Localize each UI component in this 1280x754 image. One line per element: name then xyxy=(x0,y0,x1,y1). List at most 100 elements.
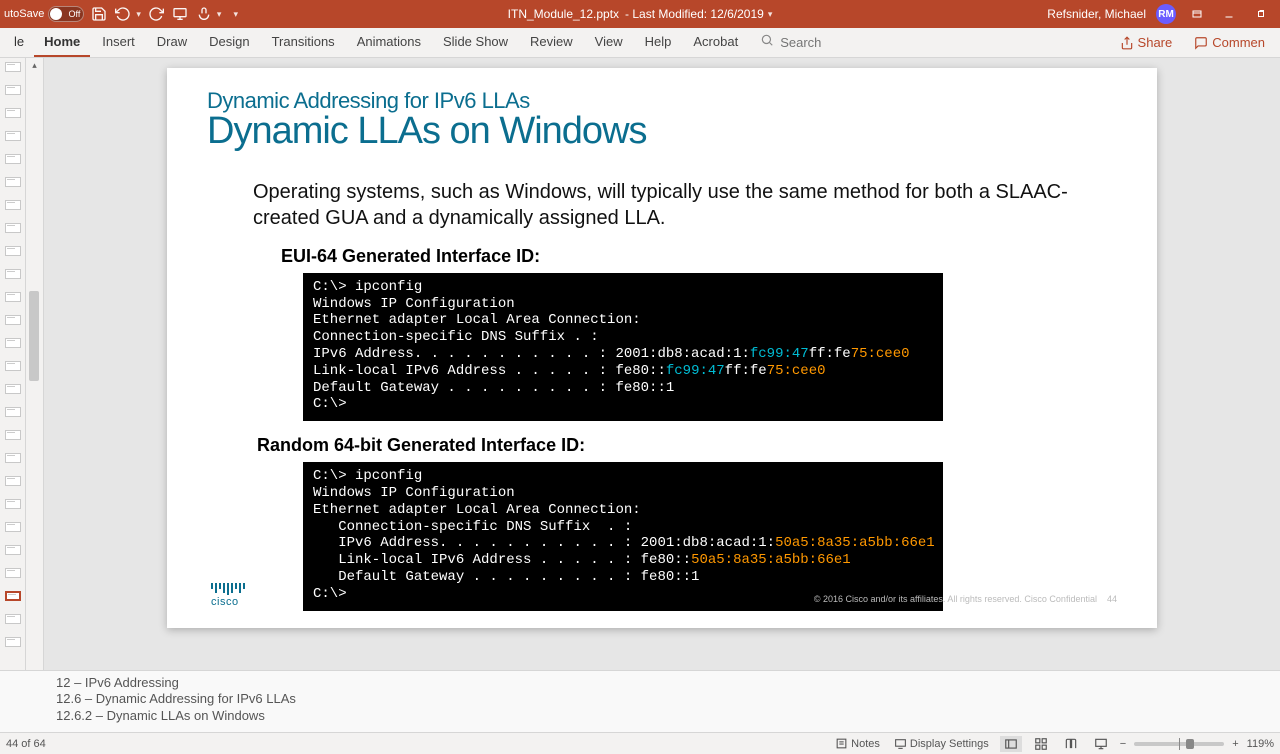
redo-icon[interactable] xyxy=(147,5,165,23)
display-icon xyxy=(894,737,907,750)
slideshow-view-icon[interactable] xyxy=(1090,736,1112,752)
slide-thumbnail[interactable] xyxy=(5,637,21,647)
slide-footer: © 2016 Cisco and/or its affiliates. All … xyxy=(814,594,1117,604)
search-icon[interactable] xyxy=(760,33,774,52)
slide-thumbnail[interactable] xyxy=(5,292,21,302)
notes-label: Notes xyxy=(851,738,880,750)
reading-view-icon[interactable] xyxy=(1060,736,1082,752)
thumbnail-scrollbar[interactable]: ▴ xyxy=(26,58,44,670)
tab-view[interactable]: View xyxy=(585,28,633,57)
scroll-thumb[interactable] xyxy=(29,291,39,381)
notes-line: 12.6.2 – Dynamic LLAs on Windows xyxy=(56,708,1224,724)
tab-review[interactable]: Review xyxy=(520,28,583,57)
slide-thumbnail[interactable] xyxy=(5,200,21,210)
slide-thumbnail[interactable] xyxy=(5,246,21,256)
tab-home[interactable]: Home xyxy=(34,28,90,57)
slide[interactable]: Dynamic Addressing for IPv6 LLAs Dynamic… xyxy=(167,68,1157,628)
terminal-random: C:\> ipconfig Windows IP Configuration E… xyxy=(303,462,943,610)
slide-thumbnail[interactable] xyxy=(5,85,21,95)
slide-thumbnail[interactable] xyxy=(5,522,21,532)
title-dropdown-icon[interactable]: ▾ xyxy=(768,9,773,20)
main-area: ▴ Dynamic Addressing for IPv6 LLAs Dynam… xyxy=(0,58,1280,670)
slide-thumbnail[interactable] xyxy=(5,131,21,141)
slide-thumbnail[interactable] xyxy=(5,338,21,348)
tab-slideshow[interactable]: Slide Show xyxy=(433,28,518,57)
slide-thumbnail[interactable] xyxy=(5,430,21,440)
ribbon-display-icon[interactable] xyxy=(1186,6,1208,22)
scroll-up-icon[interactable]: ▴ xyxy=(32,58,37,71)
notes-icon xyxy=(835,737,848,750)
slide-canvas: Dynamic Addressing for IPv6 LLAs Dynamic… xyxy=(44,58,1280,670)
zoom-value[interactable]: 119% xyxy=(1247,738,1274,750)
sorter-view-icon[interactable] xyxy=(1030,736,1052,752)
comment-button[interactable]: Commen xyxy=(1187,32,1272,53)
slide-thumbnail[interactable] xyxy=(5,499,21,509)
share-label: Share xyxy=(1138,35,1173,50)
slide-thumbnail[interactable] xyxy=(5,407,21,417)
status-bar: 44 of 64 Notes Display Settings − + 119% xyxy=(0,732,1280,754)
user-avatar[interactable]: RM xyxy=(1156,4,1176,24)
qat-customize-icon[interactable]: ▾ xyxy=(233,9,238,20)
comment-icon xyxy=(1194,36,1208,50)
notes-pane[interactable]: 12 – IPv6 Addressing 12.6 – Dynamic Addr… xyxy=(0,670,1280,732)
zoom-in-icon[interactable]: + xyxy=(1232,738,1238,750)
slide-thumbnail-current[interactable] xyxy=(5,591,21,601)
autosave-state[interactable]: Off xyxy=(48,6,84,22)
zoom-out-icon[interactable]: − xyxy=(1120,738,1126,750)
touch-mode-icon[interactable] xyxy=(195,5,213,23)
slide-counter[interactable]: 44 of 64 xyxy=(6,738,46,750)
tab-animations[interactable]: Animations xyxy=(347,28,431,57)
tab-acrobat[interactable]: Acrobat xyxy=(683,28,748,57)
tab-draw[interactable]: Draw xyxy=(147,28,197,57)
share-icon xyxy=(1120,36,1134,50)
slide-thumbnail[interactable] xyxy=(5,315,21,325)
share-button[interactable]: Share xyxy=(1113,32,1180,53)
slide-thumbnail[interactable] xyxy=(5,177,21,187)
notes-line: 12 – IPv6 Addressing xyxy=(56,675,1224,691)
slide-thumbnail[interactable] xyxy=(5,361,21,371)
undo-dropdown-icon[interactable]: ▾ xyxy=(136,9,141,20)
slide-thumbnail[interactable] xyxy=(5,62,21,72)
slide-thumbnail[interactable] xyxy=(5,384,21,394)
undo-icon[interactable] xyxy=(114,5,132,23)
autosave-label: utoSave xyxy=(4,8,44,20)
notes-button[interactable]: Notes xyxy=(832,735,883,752)
tab-design[interactable]: Design xyxy=(199,28,259,57)
ribbon: le Home Insert Draw Design Transitions A… xyxy=(0,28,1280,58)
subheading-random: Random 64-bit Generated Interface ID: xyxy=(257,435,1107,456)
save-icon[interactable] xyxy=(90,5,108,23)
touch-dropdown-icon[interactable]: ▾ xyxy=(217,9,222,20)
display-settings-button[interactable]: Display Settings xyxy=(891,735,992,752)
slide-thumbnail[interactable] xyxy=(5,223,21,233)
autosave-toggle[interactable]: utoSave Off xyxy=(4,6,84,22)
cisco-logo: cisco xyxy=(211,583,245,608)
slide-thumbnail[interactable] xyxy=(5,568,21,578)
slide-thumbnail[interactable] xyxy=(5,108,21,118)
title-bar: utoSave Off ▾ ▾ ▾ ITN_Module_12.pptx - L… xyxy=(0,0,1280,28)
cisco-text: cisco xyxy=(211,596,245,608)
minimize-icon[interactable] xyxy=(1218,6,1240,22)
tab-transitions[interactable]: Transitions xyxy=(262,28,345,57)
user-name[interactable]: Refsnider, Michael xyxy=(1047,7,1146,21)
restore-icon[interactable] xyxy=(1250,6,1272,22)
slide-thumbnail[interactable] xyxy=(5,154,21,164)
subheading-eui64: EUI-64 Generated Interface ID: xyxy=(281,246,1107,267)
slide-thumbnail[interactable] xyxy=(5,453,21,463)
slide-thumbnail[interactable] xyxy=(5,545,21,555)
normal-view-icon[interactable] xyxy=(1000,736,1022,752)
zoom-handle[interactable] xyxy=(1186,739,1194,749)
file-tab[interactable]: le xyxy=(6,28,32,57)
scroll-track[interactable] xyxy=(26,71,43,670)
slide-paragraph: Operating systems, such as Windows, will… xyxy=(253,179,1107,232)
comment-label: Commen xyxy=(1212,35,1265,50)
search-input[interactable] xyxy=(780,35,960,50)
slide-thumbnail[interactable] xyxy=(5,476,21,486)
zoom-slider[interactable] xyxy=(1134,742,1224,746)
thumbnail-pane[interactable] xyxy=(0,58,26,670)
present-icon[interactable] xyxy=(171,5,189,23)
slide-thumbnail[interactable] xyxy=(5,269,21,279)
tab-insert[interactable]: Insert xyxy=(92,28,145,57)
slide-title: Dynamic LLAs on Windows xyxy=(207,110,1117,153)
slide-thumbnail[interactable] xyxy=(5,614,21,624)
tab-help[interactable]: Help xyxy=(635,28,682,57)
